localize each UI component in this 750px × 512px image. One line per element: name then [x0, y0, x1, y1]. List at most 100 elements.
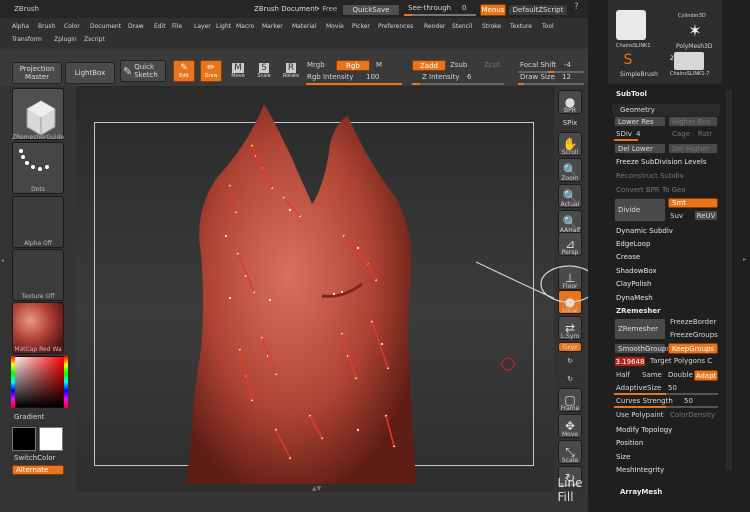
menus-button[interactable]: Menus	[480, 4, 506, 16]
see-through-slider[interactable]	[404, 14, 476, 16]
target-polygons-label[interactable]: Target Polygons C	[650, 357, 712, 366]
quick-sketch-button[interactable]: ✎ Quick Sketch	[120, 60, 166, 82]
use-polypaint-button[interactable]: Use Polypaint	[616, 411, 664, 420]
zcut-button[interactable]: Zcut	[484, 61, 500, 70]
help-icon[interactable]: ?	[574, 3, 579, 12]
z-intensity-slider[interactable]	[412, 83, 504, 85]
color-picker[interactable]	[11, 356, 65, 408]
size-button[interactable]: Size	[612, 451, 720, 463]
dynamic-subdiv-button[interactable]: Dynamic Subdiv	[612, 225, 720, 237]
freeze-groups-button[interactable]: FreezeGroups	[670, 331, 718, 340]
projection-master-button[interactable]: Projection Master	[12, 62, 62, 84]
torso-mesh[interactable]	[186, 104, 416, 484]
half-button[interactable]: Half	[616, 371, 630, 380]
keep-groups-button[interactable]: KeepGroups	[668, 343, 718, 354]
zadd-button[interactable]: Zadd	[412, 60, 446, 71]
mesh-integrity-button[interactable]: MeshIntegrity	[612, 464, 720, 476]
dynamesh-button[interactable]: DynaMesh	[612, 292, 720, 304]
position-button[interactable]: Position	[612, 437, 720, 449]
del-lower-button[interactable]: Del Lower	[614, 143, 666, 154]
hue-strip[interactable]	[11, 356, 15, 408]
del-higher-button[interactable]: Del Higher	[668, 143, 718, 154]
hue-strip-right[interactable]	[64, 356, 68, 408]
brush-thumbnail[interactable]	[12, 88, 64, 140]
zsub-button[interactable]: Zsub	[450, 61, 467, 70]
menu-stroke[interactable]: Stroke	[482, 22, 501, 31]
rstr-button[interactable]: Rstr	[698, 130, 712, 139]
menu-color[interactable]: Color	[64, 22, 80, 31]
tool-spix-button[interactable]: SPix	[558, 118, 582, 128]
menu-marker[interactable]: Marker	[262, 22, 283, 31]
rgb-button[interactable]: Rgb	[336, 60, 370, 71]
higher-res-button[interactable]: Higher Res	[668, 116, 718, 127]
rotate-button[interactable]: R Rotate	[280, 60, 302, 82]
secondary-color-swatch[interactable]	[39, 427, 63, 451]
suv-button[interactable]: Suv	[670, 212, 683, 221]
canvas-scroll-icon[interactable]: ▲▼	[312, 485, 322, 492]
tool-gxyz-button[interactable]: Gxyz	[558, 342, 582, 352]
simplebrush-icon[interactable]: S	[620, 52, 636, 68]
menu-macro[interactable]: Macro	[236, 22, 254, 31]
menu-texture[interactable]: Texture	[510, 22, 532, 31]
smt-button[interactable]: Smt	[668, 198, 718, 208]
arraymesh-header[interactable]: ArrayMesh	[612, 486, 720, 498]
3d-mesh-viewport[interactable]: ▲▼	[76, 86, 554, 492]
crease-button[interactable]: Crease	[612, 251, 720, 263]
rgb-intensity-label[interactable]: Rgb Intensity	[307, 73, 353, 82]
menu-picker[interactable]: Picker	[352, 22, 370, 31]
quicksave-button[interactable]: QuickSave	[342, 4, 400, 16]
mrgb-button[interactable]: Mrgb	[307, 61, 325, 70]
polymesh-star-icon[interactable]: ✶	[686, 22, 704, 40]
menu-movie[interactable]: Movie	[326, 22, 344, 31]
cage-button[interactable]: Cage	[672, 130, 690, 139]
divide-button[interactable]: Divide	[614, 198, 666, 222]
claypolish-button[interactable]: ClayPolish	[612, 278, 720, 290]
z-intensity-label[interactable]: Z Intensity	[422, 73, 460, 82]
tool-btn-12-button[interactable]: ↻	[558, 374, 582, 384]
menu-render[interactable]: Render	[424, 22, 445, 31]
menu-alpha[interactable]: Alpha	[12, 22, 29, 31]
curves-strength-label[interactable]: Curves Strength	[616, 397, 673, 406]
menu-preferences[interactable]: Preferences	[378, 22, 413, 31]
default-zscript-button[interactable]: DefaultZScript	[508, 4, 568, 16]
menu-material[interactable]: Material	[292, 22, 316, 31]
menu-edit[interactable]: Edit	[154, 22, 166, 31]
zremesher-button[interactable]: ZRemesher	[614, 318, 666, 340]
double-button[interactable]: Double	[668, 371, 693, 380]
adapt-button[interactable]: Adapt	[694, 370, 718, 381]
convert-bpr-button[interactable]: Convert BPR To Geo	[612, 184, 720, 196]
palette-scrollbar[interactable]	[726, 90, 732, 470]
color-density-label[interactable]: ColorDensity	[670, 411, 715, 420]
focal-shift-label[interactable]: Focal Shift	[520, 61, 556, 70]
tool-line-fill-button[interactable]: Line Fill	[558, 476, 583, 504]
tool-thumb-chainslink-7[interactable]	[674, 52, 704, 70]
menu-zplugin[interactable]: Zplugin	[54, 35, 77, 44]
menu-zscript[interactable]: Zscript	[84, 35, 105, 44]
edgeloop-button[interactable]: EdgeLoop	[612, 238, 720, 250]
freeze-border-button[interactable]: FreezeBorder	[670, 318, 716, 327]
lightbox-button[interactable]: LightBox	[65, 62, 115, 84]
menu-tool[interactable]: Tool	[542, 22, 554, 31]
draw-size-label[interactable]: Draw Size	[520, 73, 555, 82]
reconstruct-subdiv-button[interactable]: Reconstruct Subdiv	[612, 170, 720, 182]
menu-layer[interactable]: Layer	[194, 22, 211, 31]
lower-res-button[interactable]: Lower Res	[614, 116, 666, 127]
right-tray-arrow-icon[interactable]: ▸	[743, 256, 746, 263]
menu-file[interactable]: File	[172, 22, 182, 31]
move-button[interactable]: M Move	[228, 60, 248, 82]
gradient-label[interactable]: Gradient	[14, 413, 44, 422]
sdiv-slider[interactable]	[614, 139, 638, 141]
target-polygons-value[interactable]: 3.19648	[614, 356, 646, 367]
m-button[interactable]: M	[376, 61, 382, 70]
tool-btn-11-button[interactable]: ↻	[558, 356, 582, 366]
menu-brush[interactable]: Brush	[38, 22, 55, 31]
sdiv-label[interactable]: SDiv	[616, 130, 632, 139]
menu-light[interactable]: Light	[216, 22, 231, 31]
draw-button[interactable]: ✏ Draw	[200, 60, 222, 82]
same-button[interactable]: Same	[642, 371, 662, 380]
geometry-header[interactable]: Geometry	[612, 104, 720, 116]
menu-stencil[interactable]: Stencil	[452, 22, 472, 31]
adaptive-size-label[interactable]: AdaptiveSize	[616, 384, 661, 393]
reuv-button[interactable]: ReUV	[694, 210, 718, 221]
smooth-groups-button[interactable]: SmoothGroups	[614, 343, 670, 354]
